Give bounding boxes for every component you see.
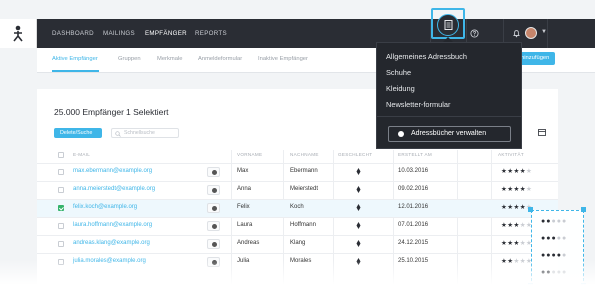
row-settings-button[interactable] (207, 221, 220, 231)
first-name: Anna (237, 186, 252, 192)
manage-address-books-label: Adressbücher verwalten (411, 130, 487, 137)
app-root: DASHBOARD MAILINGS EMPFÄNGER REPORTS ▼ A… (0, 0, 595, 289)
last-name: Koch (290, 204, 304, 210)
first-name: Laura (237, 222, 253, 228)
nav-empfaenger[interactable]: EMPFÄNGER (145, 30, 187, 37)
gear-icon (211, 223, 217, 229)
help-icon[interactable] (470, 29, 479, 38)
export-icon[interactable] (538, 129, 546, 136)
activity-rating: ★★★★★ (501, 240, 533, 247)
row-settings-button[interactable] (207, 203, 220, 213)
tab-inaktive-empfaenger[interactable]: Inaktive Empfänger (258, 56, 308, 62)
created-date: 10.03.2016 (398, 168, 429, 174)
gear-icon (211, 241, 217, 247)
nav-dashboard[interactable]: DASHBOARD (52, 30, 94, 37)
delete-button[interactable]: Delete/Suche (54, 128, 102, 138)
manage-address-books-button[interactable]: Adressbücher verwalten (388, 126, 511, 142)
gender-icon (356, 186, 361, 193)
email-link[interactable]: anna.meierstedt@example.org (73, 186, 155, 192)
column-header-erstellt[interactable]: Erstellt am (398, 152, 432, 157)
gear-icon (211, 169, 217, 175)
address-book-button[interactable] (437, 14, 459, 36)
menu-item-allgemeines-adressbuch[interactable]: Allgemeines Adressbuch (386, 52, 467, 61)
first-name: Andreas (237, 240, 260, 246)
email-link[interactable]: laura.hoffmann@example.org (73, 222, 152, 228)
search-icon (115, 130, 121, 137)
row-checkbox[interactable] (58, 169, 64, 175)
last-name: Ebermann (290, 168, 318, 174)
created-date: 07.01.2016 (398, 222, 429, 228)
row-checkbox[interactable] (58, 205, 64, 211)
last-name: Hoffmann (290, 222, 316, 228)
gender-icon (356, 168, 361, 175)
nav-mailings[interactable]: MAILINGS (103, 30, 135, 37)
gear-icon (211, 205, 217, 211)
gear-icon (398, 131, 404, 137)
divider (376, 116, 522, 117)
menu-item-schuhe[interactable]: Schuhe (386, 68, 411, 77)
nav-reports[interactable]: REPORTS (195, 30, 227, 37)
bell-icon[interactable] (512, 29, 521, 38)
email-link[interactable]: andreas.klang@example.org (73, 240, 150, 246)
divider (547, 19, 548, 48)
select-all-checkbox[interactable] (58, 152, 64, 158)
selected-count: 1 Selektiert (126, 107, 169, 117)
activity-rating: ★★★★★ (501, 168, 533, 175)
column-header-email[interactable]: E-Mail (73, 152, 90, 157)
row-settings-button[interactable] (207, 239, 220, 249)
chevron-down-icon[interactable]: ▼ (541, 29, 547, 35)
row-checkbox[interactable] (58, 187, 64, 193)
tab-merkmale[interactable]: Merkmale (157, 56, 182, 62)
bottom-fade (0, 260, 595, 289)
search-placeholder: Schnellsuche (124, 130, 155, 136)
logo[interactable] (0, 19, 37, 48)
menu-item-kleidung[interactable]: Kleidung (386, 84, 415, 93)
activity-rating: ★★★★★ (501, 222, 533, 229)
email-link[interactable]: felix.koch@example.org (73, 204, 137, 210)
recipient-count: 25.000 Empfänger (54, 107, 124, 117)
gender-icon (356, 204, 361, 211)
search-input[interactable]: Schnellsuche (111, 128, 179, 138)
column-header-aktivitaet[interactable]: Aktivität (498, 152, 524, 157)
sketch-rating-row: ●●●●● (541, 218, 568, 225)
column-header-nachname[interactable]: Nachname (290, 152, 319, 157)
row-settings-button[interactable] (207, 185, 220, 195)
sketch-rating-row: ●●●●● (541, 252, 568, 259)
activity-rating: ★★★★★ (501, 186, 533, 193)
column-header-vorname[interactable]: Vorname (237, 152, 262, 157)
user-logo-icon (13, 25, 23, 42)
menu-item-newsletter-formular[interactable]: Newsletter-formular (386, 100, 450, 109)
column-header-geschlecht[interactable]: Geschlecht (338, 152, 372, 157)
gender-icon (356, 240, 361, 247)
address-book-icon (444, 20, 453, 30)
email-link[interactable]: max.ebermann@example.org (73, 168, 152, 174)
row-settings-button[interactable] (207, 167, 220, 177)
first-name: Max (237, 168, 249, 174)
created-date: 09.02.2016 (398, 186, 429, 192)
tab-aktive-empfaenger[interactable]: Aktive Empfänger (52, 56, 98, 62)
last-name: Meierstedt (290, 186, 319, 192)
sketch-corner (528, 207, 533, 212)
avatar[interactable] (525, 27, 537, 39)
created-date: 12.01.2016 (398, 204, 429, 210)
tab-gruppen[interactable]: Gruppen (118, 56, 141, 62)
active-tab-indicator (52, 70, 99, 72)
sketch-corner (581, 207, 586, 212)
row-checkbox[interactable] (58, 241, 64, 247)
row-checkbox[interactable] (58, 223, 64, 229)
first-name: Felix (237, 204, 250, 210)
last-name: Klang (290, 240, 306, 246)
gender-icon (356, 222, 361, 229)
tab-anmeldeformular[interactable]: Anmeldeformular (198, 56, 242, 62)
sketch-rating-row: ●●●●● (541, 235, 568, 242)
gear-icon (211, 187, 217, 193)
created-date: 24.12.2015 (398, 240, 429, 246)
